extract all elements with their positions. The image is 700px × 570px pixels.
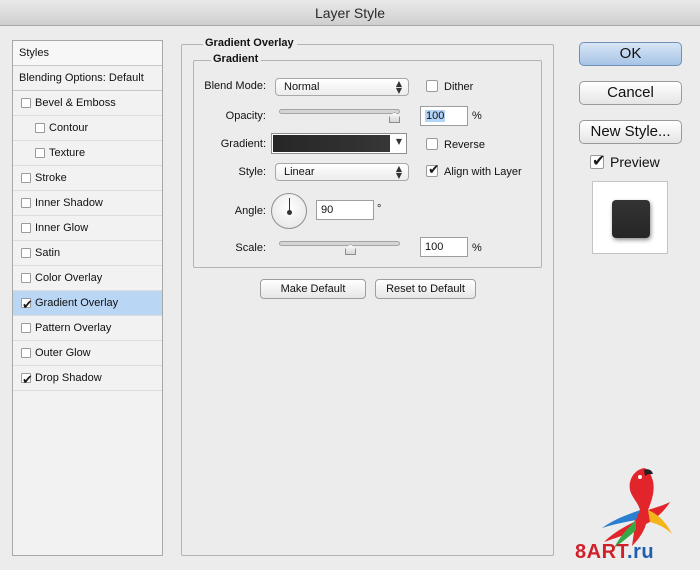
style-item[interactable]: Satin [13, 241, 162, 266]
style-item[interactable]: Gradient Overlay [13, 291, 162, 318]
new-style-button[interactable]: New Style... [579, 120, 682, 144]
align-with-layer-checkbox[interactable] [426, 162, 440, 178]
watermark-text: 8ART.ru [575, 541, 654, 564]
angle-dial[interactable] [271, 193, 307, 229]
style-item-label: Satin [35, 247, 61, 259]
scale-input[interactable]: 100 [420, 237, 468, 257]
triangle-down-icon[interactable]: ▼ [396, 137, 402, 146]
scale-slider-track[interactable] [279, 241, 400, 246]
style-value: Linear [284, 166, 315, 178]
gradient-preview-swatch[interactable] [273, 135, 390, 152]
opacity-percent: % [472, 110, 482, 122]
style-item[interactable]: Inner Glow [13, 216, 162, 241]
style-checkbox[interactable] [35, 123, 45, 133]
gradient-picker[interactable]: ▼ [271, 133, 407, 154]
style-item[interactable]: Contour [13, 116, 162, 141]
style-item[interactable]: Inner Shadow [13, 191, 162, 216]
style-item-label: Inner Glow [35, 222, 89, 234]
styles-header[interactable]: Styles [13, 41, 162, 66]
style-preview [592, 181, 668, 254]
angle-input[interactable]: 90 [316, 200, 374, 220]
angle-value: 90 [321, 204, 334, 216]
style-item-label: Texture [49, 147, 86, 159]
style-checkbox[interactable] [21, 273, 31, 283]
style-items: Bevel & Emboss Contour Texture Stroke Inner … [13, 91, 162, 393]
style-item-label: Stroke [35, 172, 67, 184]
gradient-group-title: Gradient [211, 53, 262, 65]
style-checkbox[interactable] [21, 223, 31, 233]
style-item-label: Inner Shadow [35, 197, 103, 209]
style-select[interactable]: Linear ▲ ▼ [275, 163, 409, 181]
style-checkbox[interactable] [21, 369, 33, 393]
preview-checkbox[interactable] [590, 151, 605, 170]
cancel-button[interactable]: Cancel [579, 81, 682, 105]
style-checkbox[interactable] [35, 148, 45, 158]
scale-label: Scale: [235, 242, 266, 254]
style-item[interactable]: Drop Shadow [13, 366, 162, 393]
style-item-label: Contour [49, 122, 89, 134]
make-default-button[interactable]: Make Default [260, 279, 366, 299]
blend-mode-label: Blend Mode: [204, 80, 266, 92]
style-checkbox[interactable] [21, 198, 31, 208]
scale-value: 100 [425, 241, 444, 253]
style-item-label: Color Overlay [35, 272, 103, 284]
reverse-label: Reverse [444, 139, 485, 151]
gradient-label: Gradient: [220, 138, 266, 150]
style-item-label: Bevel & Emboss [35, 97, 116, 109]
watermark-suffix: .ru [627, 541, 655, 563]
style-label: Style: [238, 166, 266, 178]
style-checkbox[interactable] [21, 248, 31, 258]
style-item-label: Gradient Overlay [35, 297, 119, 309]
style-item[interactable]: Outer Glow [13, 341, 162, 366]
degree-symbol: ° [377, 203, 382, 215]
style-checkbox[interactable] [21, 294, 33, 318]
angle-label: Angle: [234, 205, 266, 217]
style-item-label: Outer Glow [35, 347, 91, 359]
style-checkbox[interactable] [21, 98, 31, 108]
opacity-input[interactable]: 100 [420, 106, 468, 126]
opacity-value: 100 [425, 110, 446, 122]
style-item[interactable]: Stroke [13, 166, 162, 191]
scale-percent: % [472, 242, 482, 254]
style-item[interactable]: Texture [13, 141, 162, 166]
style-item[interactable]: Pattern Overlay [13, 316, 162, 341]
reset-to-default-button[interactable]: Reset to Default [375, 279, 476, 299]
style-checkbox[interactable] [21, 173, 31, 183]
watermark-brand: 8ART [575, 541, 628, 563]
updown-arrows-icon: ▲ ▼ [395, 79, 402, 95]
styles-list: Styles Blending Options: Default Bevel &… [12, 40, 163, 556]
style-checkbox[interactable] [21, 323, 31, 333]
ok-button[interactable]: OK [579, 42, 682, 66]
preview-label: Preview [610, 154, 660, 170]
window-title: Layer Style [0, 0, 700, 26]
align-with-layer-label: Align with Layer [444, 166, 522, 178]
style-checkbox[interactable] [21, 348, 31, 358]
blend-mode-select[interactable]: Normal ▲ ▼ [275, 78, 409, 96]
opacity-slider-track[interactable] [279, 109, 400, 114]
style-item[interactable]: Bevel & Emboss [13, 91, 162, 116]
angle-center [287, 210, 292, 215]
updown-arrows-icon: ▲ ▼ [395, 164, 402, 180]
preview-square [612, 200, 650, 238]
reverse-checkbox[interactable] [426, 138, 438, 150]
style-item[interactable]: Color Overlay [13, 266, 162, 291]
dither-label: Dither [444, 81, 474, 93]
blend-mode-value: Normal [284, 81, 320, 93]
style-item-label: Pattern Overlay [35, 322, 112, 334]
opacity-label: Opacity: [225, 110, 266, 122]
style-item-label: Drop Shadow [35, 372, 102, 384]
section-title: Gradient Overlay [203, 37, 297, 49]
dither-checkbox[interactable] [426, 80, 438, 92]
blending-options-item[interactable]: Blending Options: Default [13, 66, 162, 91]
